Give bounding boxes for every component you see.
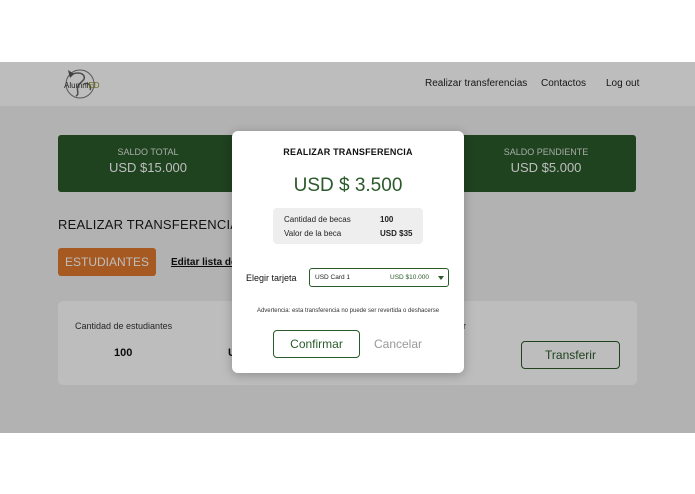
modal-summary-box: Cantidad de becas 100 Valor de la beca U… — [273, 208, 423, 244]
summary-value: USD $35 — [380, 229, 413, 238]
modal-title: REALIZAR TRANSFERENCIA — [283, 147, 413, 157]
confirm-button[interactable]: Confirmar — [273, 330, 360, 358]
card-select-label: Elegir tarjeta — [246, 273, 297, 283]
modal-amount: USD $ 3.500 — [293, 175, 403, 196]
summary-label: Cantidad de becas — [284, 215, 351, 224]
chevron-down-icon[interactable] — [438, 276, 444, 280]
summary-value: 100 — [380, 215, 394, 224]
card-select-name: USD Card 1 — [315, 274, 351, 281]
cancel-button[interactable]: Cancelar — [366, 330, 430, 358]
modal-warning: Advertencia: esta transferencia no puede… — [256, 308, 440, 314]
card-select[interactable]: USD Card 1 USD $10.000 — [309, 268, 449, 287]
card-select-amount: USD $10.000 — [390, 274, 430, 281]
transfer-modal: REALIZAR TRANSFERENCIA USD $ 3.500 Canti… — [232, 131, 464, 373]
summary-label: Valor de la beca — [284, 229, 342, 238]
